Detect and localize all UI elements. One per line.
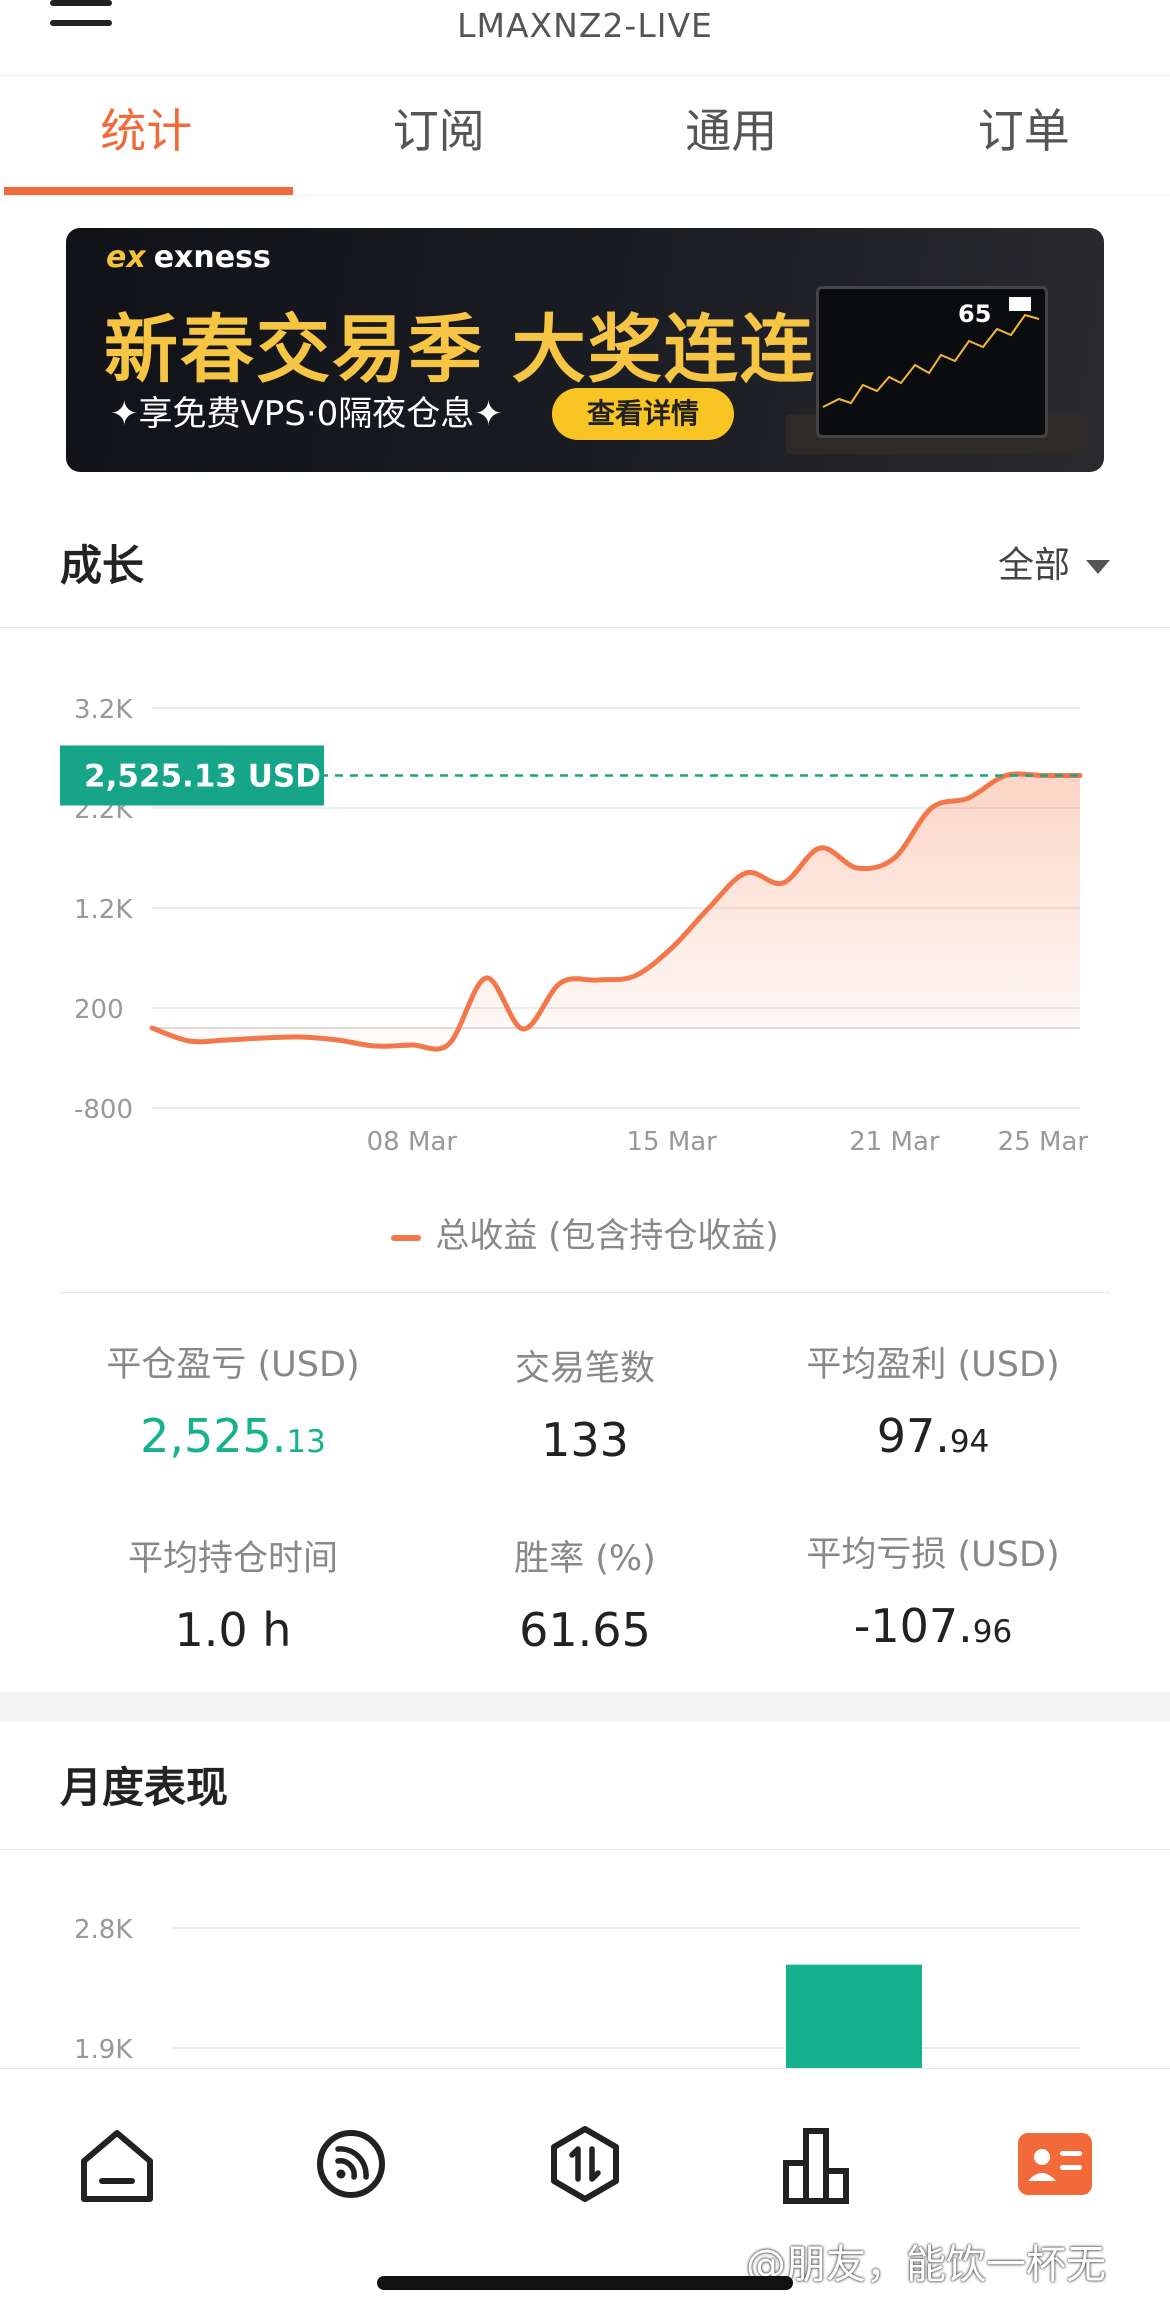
account-title: LMAXNZ2-LIVE (457, 6, 713, 45)
monthly-title: 月度表现 (60, 1763, 229, 1812)
current-value-label: 2,525.13 USD (84, 758, 321, 794)
tab-orders[interactable]: 订单 (878, 76, 1170, 195)
brand-name: exness (153, 240, 271, 275)
brand-mark: ex (106, 240, 146, 275)
stats-icon[interactable] (772, 2119, 862, 2209)
tv-chart-graphic (822, 297, 1040, 408)
tab-subscribe[interactable]: 订阅 (293, 76, 586, 195)
stat-avg-loss: 平均亏损 (USD) -107.96 (738, 1526, 1128, 1653)
tv-number: 65 (958, 300, 992, 328)
stat-value: 133 (541, 1413, 629, 1467)
stat-value: -107.96 (853, 1599, 1013, 1653)
section-separator (0, 1692, 1170, 1722)
monthly-chart[interactable]: 2.8K 1.9K (0, 1852, 1170, 2070)
stat-win-rate: 胜率 (%) 61.65 (390, 1530, 780, 1657)
growth-header: 成长 全部 (0, 504, 1170, 628)
x-tick-label: 08 Mar (367, 1127, 458, 1157)
stat-value: 61.65 (519, 1603, 651, 1657)
stat-label: 交易笔数 (514, 1349, 655, 1389)
legend-swatch (391, 1234, 422, 1241)
stat-value: 97.94 (876, 1409, 990, 1463)
exness-logo: ex exness (106, 240, 271, 275)
y-tick-label: 1.9K (74, 2035, 133, 2065)
x-tick-label: 25 Mar (998, 1127, 1089, 1157)
y-tick-label: 3.2K (74, 695, 133, 725)
caret-down-icon (1086, 560, 1110, 574)
top-bar: LMAXNZ2-LIVE (0, 0, 1170, 76)
growth-filter-dropdown[interactable]: 全部 (998, 504, 1110, 628)
stat-trades: 交易笔数 133 (390, 1340, 780, 1467)
subscription-feed-icon[interactable] (306, 2119, 396, 2209)
growth-chart[interactable]: 3.2K2.2K1.2K200-800 08 Mar 15 Mar 21 Mar 25… (0, 660, 1170, 1220)
stat-closed-pl: 平仓盈亏 (USD) 2,525.13 (38, 1336, 428, 1463)
growth-legend: 总收益 (包含持仓收益) (0, 1208, 1170, 1257)
monthly-bar[interactable] (786, 1964, 922, 2070)
growth-title: 成长 (60, 541, 145, 590)
stat-value: 1.0 h (174, 1603, 292, 1657)
profile-card-icon[interactable] (1010, 2119, 1100, 2209)
stat-value: 2,525.13 (140, 1409, 326, 1463)
divider (60, 1292, 1110, 1293)
y-tick-label: 200 (74, 995, 124, 1025)
banner-details-button[interactable]: 查看详情 (552, 388, 734, 440)
x-tick-label: 21 Mar (849, 1127, 940, 1157)
stat-avg-profit: 平均盈利 (USD) 97.94 (738, 1336, 1128, 1463)
stat-label: 平仓盈亏 (USD) (106, 1345, 360, 1385)
stat-label: 平均亏损 (USD) (806, 1535, 1060, 1575)
watermark: @朋友，能饮一杯无 (746, 2242, 1106, 2288)
growth-filter-label: 全部 (997, 545, 1070, 586)
stat-avg-hold: 平均持仓时间 1.0 h (38, 1530, 428, 1657)
home-icon[interactable] (72, 2119, 162, 2209)
banner-subline: ✦享免费VPS·0隔夜仓息✦ (110, 394, 503, 434)
stat-label: 平均持仓时间 (127, 1539, 338, 1579)
tab-statistics[interactable]: 统计 (0, 76, 293, 195)
x-tick-label: 15 Mar (626, 1127, 717, 1157)
trade-icon[interactable] (540, 2119, 630, 2209)
promo-banner[interactable]: ex exness 新春交易季 大奖连连抽 ✦享免费VPS·0隔夜仓息✦ 查看详… (66, 228, 1104, 472)
y-tick-label: 2.8K (74, 1915, 133, 1945)
y-tick-label: -800 (74, 1095, 133, 1125)
legend-label: 总收益 (包含持仓收益) (435, 1216, 779, 1256)
home-indicator[interactable] (377, 2276, 793, 2290)
stat-label: 平均盈利 (USD) (806, 1345, 1060, 1385)
monthly-header: 月度表现 (0, 1726, 1170, 1850)
banner-headline: 新春交易季 大奖连连抽 (104, 307, 892, 393)
tab-bar: 统计 订阅 通用 订单 (0, 76, 1170, 196)
tab-general[interactable]: 通用 (585, 76, 878, 195)
tv-image (816, 286, 1048, 438)
stat-label: 胜率 (%) (514, 1539, 656, 1579)
y-tick-label: 1.2K (74, 895, 133, 925)
